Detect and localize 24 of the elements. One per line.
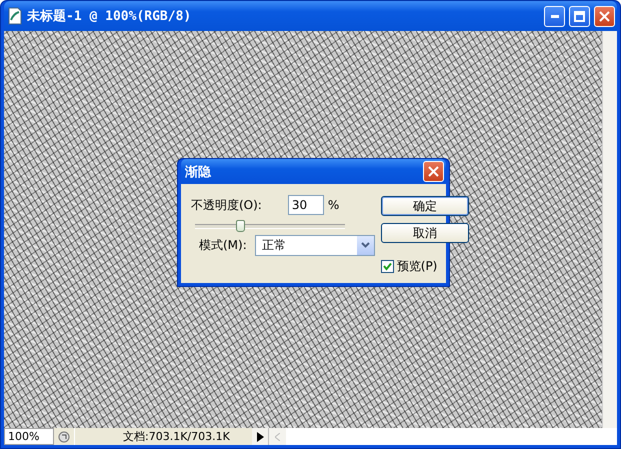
window-title: 未标题-1 @ 100%(RGB/8): [27, 8, 192, 25]
vertical-scrollbar[interactable]: [602, 31, 617, 428]
minimize-icon: [550, 14, 558, 18]
maximize-icon: [574, 10, 585, 22]
maximize-button[interactable]: [569, 6, 590, 26]
dialog-button[interactable]: 确定: [380, 196, 469, 216]
dialog-button[interactable]: 取消: [380, 223, 469, 243]
preview-checkbox[interactable]: [380, 260, 394, 273]
mode-dropdown[interactable]: 正常: [254, 234, 375, 256]
close-icon: [599, 10, 610, 22]
percent-label: %: [328, 198, 340, 212]
dialog-title: 渐隐: [185, 164, 211, 180]
slider-thumb[interactable]: [236, 220, 245, 232]
preview-label: 预览(P): [396, 258, 438, 275]
horizontal-scrollbar[interactable]: [268, 428, 617, 445]
mode-label: 模式(M):: [199, 236, 247, 254]
document-icon: [7, 7, 23, 25]
close-button[interactable]: [423, 161, 444, 182]
close-icon: [428, 166, 439, 177]
opacity-label: 不透明度(O):: [191, 196, 262, 214]
close-button[interactable]: [594, 6, 615, 26]
zoom-field[interactable]: 100%: [4, 428, 54, 445]
opacity-field[interactable]: 30: [288, 195, 324, 215]
minimize-button[interactable]: [544, 6, 565, 26]
